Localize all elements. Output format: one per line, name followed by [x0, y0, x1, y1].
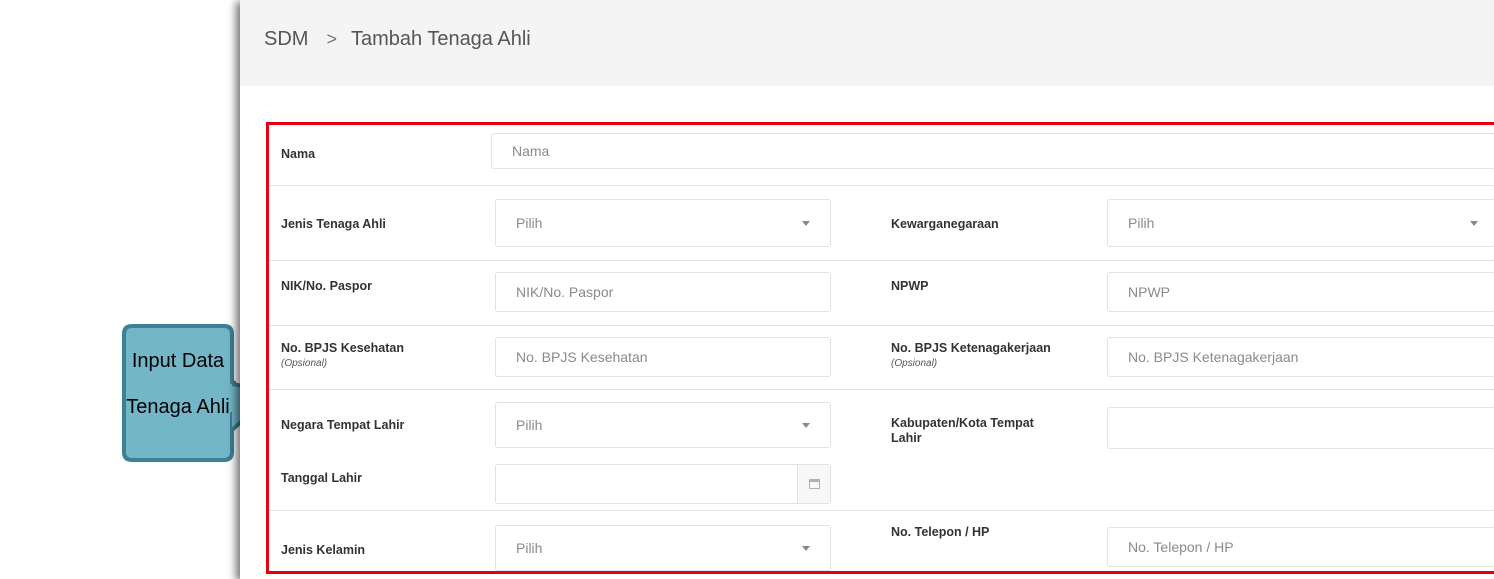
nik-placeholder: NIK/No. Paspor [516, 284, 614, 300]
chevron-right-icon: > [326, 29, 337, 49]
row-divider [269, 260, 1494, 261]
telepon-label: No. Telepon / HP [891, 525, 990, 539]
telepon-input[interactable]: No. Telepon / HP [1107, 527, 1494, 567]
callout-line-2: Tenaga Ahli [126, 396, 230, 418]
telepon-placeholder: No. Telepon / HP [1128, 539, 1234, 555]
bpjs-ketenagakerjaan-label-text: No. BPJS Ketenagakerjaan [891, 341, 1051, 355]
jenis-kelamin-select[interactable]: Pilih [495, 525, 831, 571]
chevron-down-icon [802, 422, 810, 428]
kewarganegaraan-label: Kewarganegaraan [891, 217, 999, 231]
row-divider [269, 510, 1494, 511]
row-divider [269, 185, 1494, 186]
nama-input[interactable]: Nama [491, 133, 1494, 169]
callout-text: Input Data Tenaga Ahli [122, 338, 234, 430]
jenis-tenaga-ahli-select[interactable]: Pilih [495, 199, 831, 247]
jenis-kelamin-value: Pilih [516, 540, 543, 556]
breadcrumb-root[interactable]: SDM [264, 28, 308, 51]
nik-label: NIK/No. Paspor [281, 279, 372, 293]
bpjs-kesehatan-placeholder: No. BPJS Kesehatan [516, 349, 648, 365]
bpjs-kesehatan-optional-note: (Opsional) [281, 358, 328, 369]
npwp-input[interactable]: NPWP [1107, 272, 1494, 312]
nama-placeholder: Nama [512, 143, 550, 159]
chevron-down-icon [802, 220, 810, 226]
jenis-tenaga-ahli-value: Pilih [516, 215, 543, 231]
bpjs-kesehatan-label-text: No. BPJS Kesehatan [281, 341, 404, 355]
kota-tempat-lahir-label: Kabupaten/Kota Tempat Lahir [891, 416, 1034, 446]
negara-tempat-lahir-value: Pilih [516, 417, 543, 433]
bpjs-ketenagakerjaan-optional-note: (Opsional) [891, 358, 938, 369]
callout-line-1: Input Data [131, 350, 225, 372]
header-bar: SDM > Tambah Tenaga Ahli [240, 0, 1494, 86]
negara-tempat-lahir-select[interactable]: Pilih [495, 402, 831, 448]
bpjs-ketenagakerjaan-input[interactable]: No. BPJS Ketenagakerjaan [1107, 337, 1494, 377]
npwp-placeholder: NPWP [1128, 284, 1170, 300]
nik-input[interactable]: NIK/No. Paspor [495, 272, 831, 312]
kewarganegaraan-select[interactable]: Pilih [1107, 199, 1494, 247]
kota-tempat-lahir-label-line1: Kabupaten/Kota Tempat [891, 416, 1034, 430]
bpjs-ketenagakerjaan-placeholder: No. BPJS Ketenagakerjaan [1128, 349, 1299, 365]
calendar-button[interactable] [797, 465, 830, 503]
chevron-down-icon [1470, 220, 1478, 226]
tanggal-lahir-label: Tanggal Lahir [281, 471, 363, 485]
breadcrumb-current: Tambah Tenaga Ahli [350, 28, 531, 50]
negara-tempat-lahir-label: Negara Tempat Lahir [281, 418, 405, 432]
calendar-icon [808, 479, 820, 489]
kota-tempat-lahir-label-line2: Lahir [891, 431, 922, 445]
nama-label: Nama [281, 147, 316, 161]
bpjs-kesehatan-label: No. BPJS Kesehatan (Opsional) [281, 341, 404, 371]
tanggal-lahir-input[interactable] [495, 464, 831, 504]
chevron-down-icon [802, 545, 810, 551]
tenaga-ahli-form: Nama Nama Jenis Tenaga Ahli Pilih Kewarg… [266, 122, 1494, 574]
row-divider [269, 325, 1494, 326]
kota-tempat-lahir-input[interactable] [1107, 407, 1494, 449]
jenis-tenaga-ahli-label: Jenis Tenaga Ahli [281, 217, 386, 231]
jenis-kelamin-label: Jenis Kelamin [281, 543, 366, 557]
kewarganegaraan-value: Pilih [1128, 215, 1155, 231]
npwp-label: NPWP [891, 279, 929, 293]
breadcrumb: SDM > Tambah Tenaga Ahli [264, 28, 531, 51]
bpjs-ketenagakerjaan-label: No. BPJS Ketenagakerjaan (Opsional) [891, 341, 1051, 371]
app-screen: SDM > Tambah Tenaga Ahli Nama Nama Jenis… [240, 0, 1494, 579]
bpjs-kesehatan-input[interactable]: No. BPJS Kesehatan [495, 337, 831, 377]
row-divider [269, 389, 1494, 390]
